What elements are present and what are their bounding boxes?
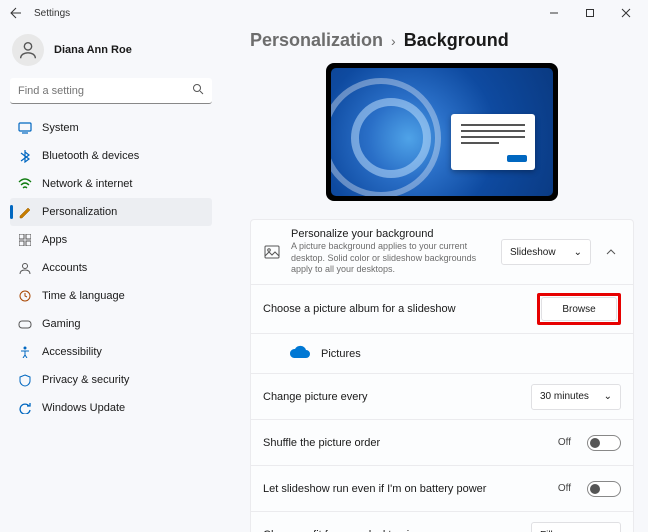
privacy-icon (18, 373, 32, 387)
desktop-preview (326, 63, 558, 201)
sidebar-item-apps[interactable]: Apps (10, 226, 212, 254)
bluetooth-icon (18, 149, 32, 163)
fit-dropdown[interactable]: Fill ⌄ (531, 522, 621, 532)
preview-window-icon (451, 114, 535, 170)
main-content: Personalization › Background Personalize… (220, 26, 648, 532)
row-fit: Choose a fit for your desktop image Fill… (251, 512, 633, 532)
sidebar-item-accounts[interactable]: Accounts (10, 254, 212, 282)
sidebar-item-system[interactable]: System (10, 114, 212, 142)
search-box[interactable] (10, 78, 212, 104)
breadcrumb: Personalization › Background (250, 30, 634, 51)
change-every-title: Change picture every (263, 391, 521, 403)
browse-button[interactable]: Browse (541, 297, 617, 321)
row-change-every: Change picture every 30 minutes ⌄ (251, 374, 633, 420)
sidebar-item-gaming[interactable]: Gaming (10, 310, 212, 338)
personalization-icon (18, 205, 32, 219)
search-input[interactable] (18, 85, 192, 97)
maximize-button[interactable] (572, 0, 608, 26)
onedrive-icon (289, 345, 311, 362)
chevron-down-icon: ⌄ (574, 247, 582, 258)
personalize-desc: A picture background applies to your cur… (291, 241, 491, 276)
sidebar-item-bluetooth[interactable]: Bluetooth & devices (10, 142, 212, 170)
breadcrumb-parent[interactable]: Personalization (250, 30, 383, 51)
sidebar-item-accessibility[interactable]: Accessibility (10, 338, 212, 366)
sidebar-item-time[interactable]: Time & language (10, 282, 212, 310)
gaming-icon (18, 317, 32, 331)
chevron-down-icon: ⌄ (604, 391, 612, 402)
shuffle-state: Off (558, 437, 571, 448)
back-button[interactable] (4, 1, 28, 25)
battery-title: Let slideshow run even if I'm on battery… (263, 483, 548, 495)
battery-state: Off (558, 483, 571, 494)
album-title: Choose a picture album for a slideshow (263, 303, 527, 315)
nav-list: System Bluetooth & devices Network & int… (10, 114, 212, 422)
row-choose-album: Choose a picture album for a slideshow B… (251, 285, 633, 334)
row-pictures-folder[interactable]: Pictures (251, 334, 633, 374)
chevron-right-icon: › (391, 33, 396, 49)
system-icon (18, 121, 32, 135)
shuffle-title: Shuffle the picture order (263, 437, 548, 449)
apps-icon (18, 233, 32, 247)
time-icon (18, 289, 32, 303)
accessibility-icon (18, 345, 32, 359)
close-button[interactable] (608, 0, 644, 26)
browse-highlight: Browse (537, 293, 621, 325)
battery-toggle[interactable] (587, 481, 621, 497)
settings-card: Personalize your background A picture ba… (250, 219, 634, 532)
page-title: Background (404, 30, 509, 51)
avatar-icon (12, 34, 44, 66)
app-title: Settings (34, 8, 70, 19)
network-icon (18, 177, 32, 191)
accounts-icon (18, 261, 32, 275)
personalize-title: Personalize your background (291, 228, 491, 240)
minimize-button[interactable] (536, 0, 572, 26)
background-type-dropdown[interactable]: Slideshow ⌄ (501, 239, 591, 265)
sidebar-item-personalization[interactable]: Personalization (10, 198, 212, 226)
user-name: Diana Ann Roe (54, 44, 132, 56)
pictures-label: Pictures (321, 348, 361, 360)
collapse-button[interactable] (601, 249, 621, 255)
row-battery: Let slideshow run even if I'm on battery… (251, 466, 633, 512)
row-personalize-background: Personalize your background A picture ba… (251, 220, 633, 285)
sidebar-item-privacy[interactable]: Privacy & security (10, 366, 212, 394)
update-icon (18, 401, 32, 415)
sidebar-item-update[interactable]: Windows Update (10, 394, 212, 422)
change-every-dropdown[interactable]: 30 minutes ⌄ (531, 384, 621, 410)
search-icon (192, 83, 204, 98)
shuffle-toggle[interactable] (587, 435, 621, 451)
sidebar: Diana Ann Roe System Bluetooth & devices… (0, 26, 220, 532)
picture-icon (263, 244, 281, 260)
titlebar: Settings (0, 0, 648, 26)
sidebar-item-network[interactable]: Network & internet (10, 170, 212, 198)
row-shuffle: Shuffle the picture order Off (251, 420, 633, 466)
user-profile[interactable]: Diana Ann Roe (10, 30, 212, 78)
